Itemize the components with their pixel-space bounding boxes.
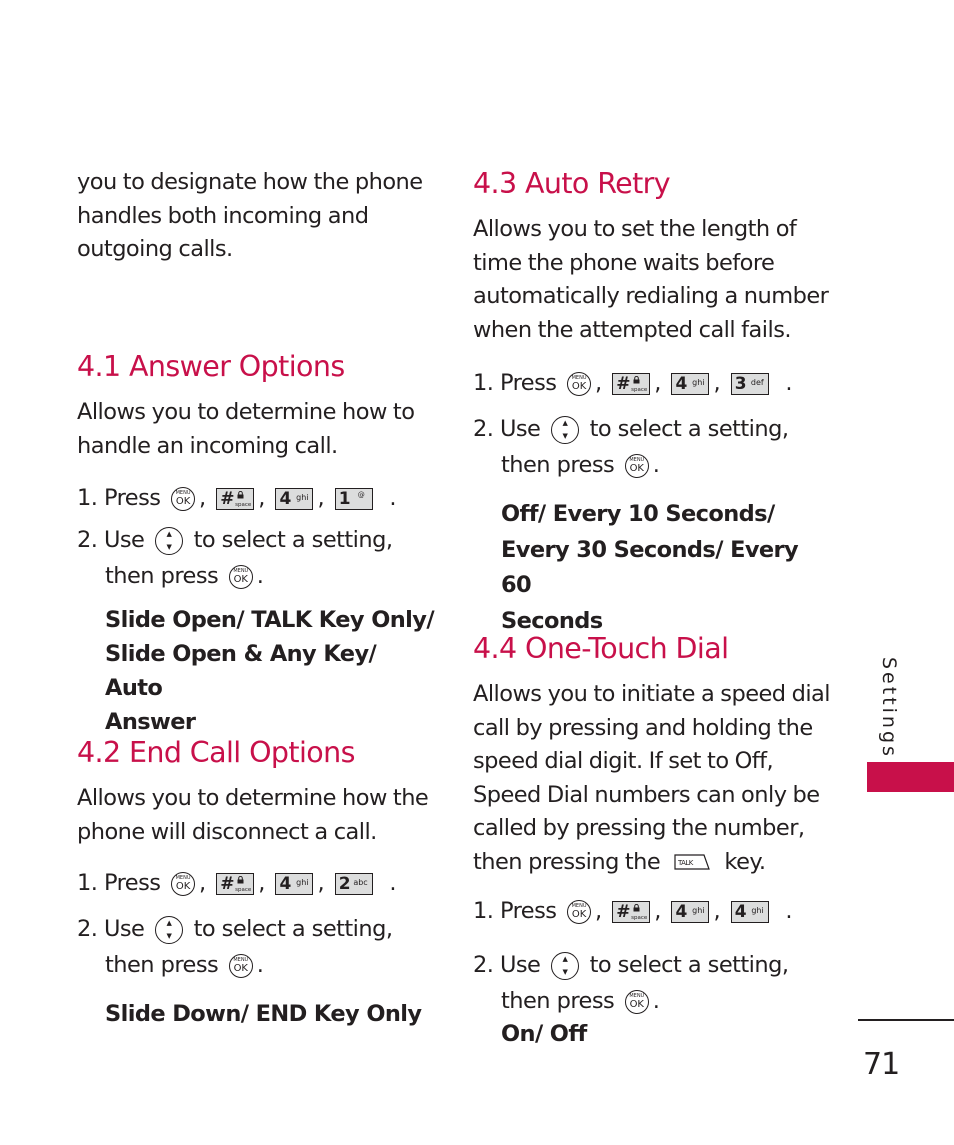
step-label: 2. Use	[77, 916, 145, 942]
menu-ok-key-icon: MENU OK	[567, 899, 592, 924]
description-line: then pressing the TALK key.	[473, 848, 766, 875]
navigation-key-icon: ▲ ▼	[550, 951, 579, 980]
description-line: time the phone waits before	[473, 249, 775, 276]
four-ghi-key-icon: 4 ghi	[671, 372, 710, 395]
step-label: 2. Use	[473, 952, 541, 978]
menu-ok-key-icon: MENU OK	[228, 953, 253, 978]
section-tab-label: Settings	[878, 657, 900, 759]
intro-line: you to designate how the phone	[77, 169, 423, 195]
section-heading: 4.2 End Call Options	[77, 736, 355, 769]
description-line: Allows you to determine how to	[77, 399, 415, 425]
intro-paragraph: you to designate how the phone handles b…	[77, 166, 423, 267]
section-auto-retry: 4.3 Auto Retry Allows you to set the len…	[473, 166, 833, 639]
intro-line: outgoing calls.	[77, 236, 233, 262]
step-1: 1. Press MENU OK, # space, 4 ghi, 3 def .	[473, 370, 792, 396]
description-line: Allows you to initiate a speed dial	[473, 681, 831, 707]
section-description: Allows you to initiate a speed dial call…	[473, 678, 833, 879]
option-line: Slide Down/ END Key Only	[105, 1001, 422, 1027]
description-line: Allows you to determine how the	[77, 785, 429, 811]
description-line: Speed Dial numbers can only be	[473, 781, 820, 808]
option-line: Slide Open/ TALK Key Only/	[105, 607, 435, 633]
hash-key-icon: # space	[612, 900, 651, 923]
step-2: 2. Use ▲ ▼ to select a setting, then pres…	[473, 415, 789, 478]
step-2: 2. Use ▲ ▼ to select a setting, then pres…	[77, 526, 393, 589]
options-list: Off/ Every 10 Seconds/ Every 30 Seconds/…	[473, 497, 833, 639]
section-description: Allows you to determine how the phone wi…	[77, 782, 437, 849]
step-2: 2. Use ▲ ▼ to select a setting, then pres…	[77, 915, 393, 978]
svg-text:TALK: TALK	[677, 859, 694, 867]
description-line: handle an incoming call.	[77, 432, 338, 459]
options-list: Slide Down/ END Key Only	[77, 997, 437, 1031]
section-description: Allows you to set the length of time the…	[473, 213, 833, 347]
description-line: call by pressing and holding the	[473, 714, 813, 741]
option-line: Slide Open & Any Key/ Auto	[105, 641, 377, 701]
step-1: 1. Press MENU OK, # space, 4 ghi, 2 abc .	[77, 870, 396, 896]
menu-ok-key-icon: MENU OK	[171, 486, 196, 511]
options-list: On/ Off	[473, 1017, 833, 1051]
four-ghi-key-icon: 4 ghi	[730, 900, 769, 923]
step-label: 1. Press	[473, 370, 557, 396]
step-1: 1. Press MENU OK, # space, 4 ghi, 4 ghi .	[473, 898, 792, 924]
section-one-touch-dial: 4.4 One-Touch Dial Allows you to initiat…	[473, 631, 833, 1051]
hash-key-icon: # space	[216, 487, 255, 510]
hash-key-icon: # space	[216, 872, 255, 895]
step-label: 2. Use	[473, 416, 541, 442]
options-list: Slide Open/ TALK Key Only/ Slide Open & …	[77, 603, 437, 739]
four-ghi-key-icon: 4 ghi	[275, 872, 314, 895]
navigation-key-icon: ▲ ▼	[550, 415, 579, 444]
description-line: speed dial digit. If set to Off,	[473, 748, 774, 774]
section-tab-marker	[867, 762, 954, 792]
step-1: 1. Press MENU OK, # space, 4 ghi, 1 @ .	[77, 485, 396, 511]
description-line: Allows you to set the length of	[473, 216, 797, 242]
description-line: when the attempted call fails.	[473, 316, 792, 343]
menu-ok-key-icon: MENU OK	[228, 564, 253, 589]
step-label: 1. Press	[77, 485, 161, 511]
step-label: 1. Press	[473, 898, 557, 924]
section-description: Allows you to determine how to handle an…	[77, 396, 437, 463]
menu-ok-key-icon: MENU OK	[624, 453, 649, 478]
description-line: phone will disconnect a call.	[77, 818, 377, 845]
section-heading: 4.4 One-Touch Dial	[473, 632, 729, 665]
section-heading: 4.1 Answer Options	[77, 350, 345, 383]
navigation-key-icon: ▲ ▼	[154, 915, 183, 944]
one-voicemail-key-icon: 1 @	[334, 487, 373, 510]
page-number: 71	[863, 1047, 900, 1082]
four-ghi-key-icon: 4 ghi	[671, 900, 710, 923]
step-2: 2. Use ▲ ▼ to select a setting, then pres…	[473, 951, 789, 1014]
section-end-call-options: 4.2 End Call Options Allows you to deter…	[77, 735, 437, 1031]
hash-key-icon: # space	[612, 372, 651, 395]
three-def-key-icon: 3 def	[730, 372, 769, 395]
option-line: Answer	[105, 709, 196, 735]
menu-ok-key-icon: MENU OK	[171, 871, 196, 896]
intro-line: handles both incoming and	[77, 202, 369, 229]
four-ghi-key-icon: 4 ghi	[275, 487, 314, 510]
description-line: called by pressing the number,	[473, 815, 805, 841]
section-heading: 4.3 Auto Retry	[473, 167, 671, 200]
two-abc-key-icon: 2 abc	[334, 872, 373, 895]
menu-ok-key-icon: MENU OK	[567, 371, 592, 396]
step-label: 2. Use	[77, 527, 145, 553]
navigation-key-icon: ▲ ▼	[154, 526, 183, 555]
description-line: automatically redialing a number	[473, 283, 829, 309]
option-line: Every 30 Seconds/ Every 60	[501, 536, 799, 599]
option-line: Off/ Every 10 Seconds/	[501, 501, 775, 527]
footer-divider	[858, 1019, 954, 1021]
option-line: On/ Off	[501, 1021, 587, 1047]
step-label: 1. Press	[77, 870, 161, 896]
menu-ok-key-icon: MENU OK	[624, 989, 649, 1014]
section-answer-options: 4.1 Answer Options Allows you to determi…	[77, 349, 437, 739]
talk-key-icon: TALK	[674, 854, 711, 870]
